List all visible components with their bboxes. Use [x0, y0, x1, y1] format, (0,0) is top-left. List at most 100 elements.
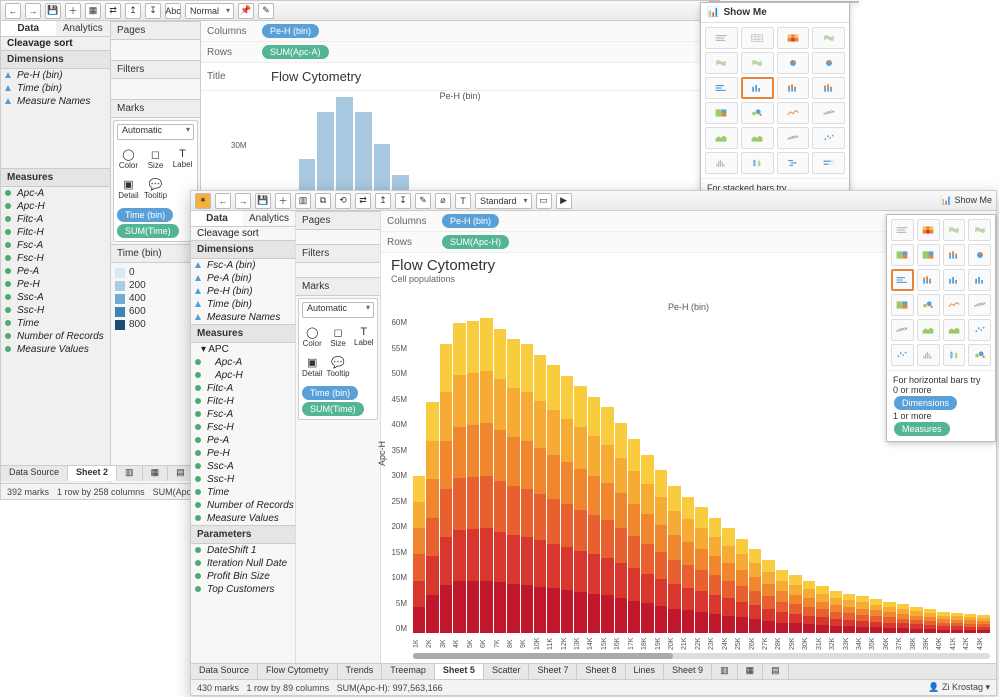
field-ssc-a[interactable]: Ssc-A	[191, 460, 295, 473]
mark-detail[interactable]: ▣Detail	[301, 353, 323, 381]
showme-map-3[interactable]	[968, 219, 991, 241]
field-time[interactable]: Time	[191, 486, 295, 499]
nav-fwd-icon[interactable]: →	[25, 3, 41, 19]
measure-folder-apc[interactable]: ▾ APC	[191, 343, 295, 356]
field-pe-h[interactable]: Pe-H	[1, 278, 110, 291]
new-dashboard-icon[interactable]: ▦	[143, 466, 169, 481]
showme-map-5[interactable]	[741, 52, 774, 74]
showme-mline-15[interactable]	[812, 102, 845, 124]
new-dashboard-icon[interactable]: ▦	[738, 664, 764, 679]
field-pe-a[interactable]: Pe-A	[1, 265, 110, 278]
showme-box-21[interactable]	[741, 152, 774, 174]
field-fsc-a[interactable]: Fsc-A	[191, 408, 295, 421]
mark-size[interactable]: ◻Size	[325, 323, 350, 351]
field-apc-a[interactable]: Apc-A	[1, 187, 110, 200]
mark-pill-sumtime[interactable]: SUM(Time)	[117, 224, 179, 238]
field-measure-names[interactable]: Measure Names	[191, 311, 295, 324]
showme-area-17[interactable]	[741, 127, 774, 149]
save-icon[interactable]: 💾	[255, 193, 271, 209]
field-ssc-h[interactable]: Ssc-H	[191, 473, 295, 486]
showme-mline-15[interactable]	[968, 294, 991, 316]
showme-vbar-10[interactable]	[943, 269, 966, 291]
field-fitc-a[interactable]: Fitc-A	[1, 213, 110, 226]
showme-area-17[interactable]	[917, 319, 940, 341]
showme-circ-13[interactable]	[741, 102, 774, 124]
field-pe-h-bin-[interactable]: Pe-H (bin)	[191, 285, 295, 298]
field-time[interactable]: Time	[1, 317, 110, 330]
showme-hbar-8[interactable]	[705, 77, 738, 99]
showme-vbar-11[interactable]	[968, 269, 991, 291]
showme-sbar-11[interactable]	[812, 77, 845, 99]
highlight-icon[interactable]: ✎	[415, 193, 431, 209]
showme-gantt-22[interactable]	[777, 152, 810, 174]
nav-back-icon[interactable]: ←	[215, 193, 231, 209]
sort-asc-icon[interactable]: ↥	[125, 3, 141, 19]
h-scrollbar[interactable]	[413, 653, 990, 659]
datasource-name[interactable]: Cleavage sort	[1, 37, 110, 50]
label-icon[interactable]: T	[455, 193, 471, 209]
save-icon[interactable]: 💾	[45, 3, 61, 19]
pages-shelf[interactable]: Pages	[296, 211, 380, 230]
tab-data-source[interactable]: Data Source	[191, 664, 258, 679]
field-profit-bin-size[interactable]: Profit Bin Size	[191, 570, 295, 583]
legend-item-400[interactable]: 400	[115, 292, 196, 305]
tab-scatter[interactable]: Scatter	[484, 664, 530, 679]
mark-label[interactable]: TLabel	[170, 145, 195, 173]
field-fsc-a[interactable]: Fsc-A	[1, 239, 110, 252]
tab-sheet-9[interactable]: Sheet 9	[664, 664, 712, 679]
highlight-icon[interactable]: ✎	[258, 3, 274, 19]
showme-heat-1[interactable]	[917, 219, 940, 241]
new-sheet-icon[interactable]: ▥	[712, 664, 738, 679]
mark-size[interactable]: ◻Size	[143, 145, 168, 173]
field-pe-h-bin-[interactable]: Pe-H (bin)	[1, 69, 110, 82]
showme-map-3[interactable]	[812, 27, 845, 49]
pages-shelf[interactable]: Pages	[111, 21, 200, 40]
fix-axes-icon[interactable]: ▭	[536, 193, 552, 209]
presentation-icon[interactable]: ▶	[556, 193, 572, 209]
duplicate-icon[interactable]: ⧉	[315, 193, 331, 209]
sort-desc-icon[interactable]: ↧	[145, 3, 161, 19]
field-measure-values[interactable]: Measure Values	[191, 512, 295, 525]
logo-icon[interactable]: ✶	[195, 193, 211, 209]
tab-treemap[interactable]: Treemap	[382, 664, 435, 679]
new-data-icon[interactable]: ＋	[65, 3, 81, 19]
tab-data[interactable]: Data	[1, 21, 56, 36]
showme-tree-12[interactable]	[705, 102, 738, 124]
field-fitc-h[interactable]: Fitc-H	[1, 226, 110, 239]
nav-fwd-icon[interactable]: →	[235, 193, 251, 209]
showme-pie-6[interactable]	[777, 52, 810, 74]
field-pe-h[interactable]: Pe-H	[191, 447, 295, 460]
clear-icon[interactable]: ⟲	[335, 193, 351, 209]
rows-pill[interactable]: SUM(Apc-A)	[262, 45, 329, 59]
showme-bullet-23[interactable]	[812, 152, 845, 174]
showme-vbar-9[interactable]	[741, 77, 774, 99]
field-measure-values[interactable]: Measure Values	[1, 343, 110, 356]
showme-hist-20[interactable]	[705, 152, 738, 174]
field-apc-h[interactable]: Apc-H	[1, 200, 110, 213]
tab-analytics[interactable]: Analytics	[243, 211, 295, 226]
field-time-bin-[interactable]: Time (bin)	[191, 298, 295, 311]
columns-pill[interactable]: Pe-H (bin)	[262, 24, 319, 38]
mark-tooltip[interactable]: 💬Tooltip	[143, 175, 168, 203]
showme-scatter-19[interactable]	[812, 127, 845, 149]
mark-pill-time[interactable]: Time (bin)	[117, 208, 173, 222]
showme-map-4[interactable]	[705, 52, 738, 74]
mark-color[interactable]: ◯Color	[301, 323, 323, 351]
legend-item-0[interactable]: 0	[115, 266, 196, 279]
showme-area-16[interactable]	[705, 127, 738, 149]
tab-data[interactable]: Data	[191, 211, 243, 226]
field-apc-h[interactable]: Apc-H	[191, 369, 295, 382]
new-sheet-icon[interactable]: ▥	[295, 193, 311, 209]
showme-pie-7[interactable]	[812, 52, 845, 74]
filters-shelf[interactable]: Filters	[296, 244, 380, 263]
tab-flow-cytometry[interactable]: Flow Cytometry	[258, 664, 338, 679]
marks-type-select[interactable]: Automatic	[117, 124, 194, 140]
status-user[interactable]: 👤 Zi Krostag ▾	[928, 682, 990, 693]
showme-circ-13[interactable]	[917, 294, 940, 316]
mark-pill-time[interactable]: Time (bin)	[302, 386, 358, 400]
showme-table-1[interactable]	[741, 27, 774, 49]
field-measure-names[interactable]: Measure Names	[1, 95, 110, 108]
marks-type-select[interactable]: Automatic	[302, 302, 374, 318]
tab-trends[interactable]: Trends	[338, 664, 383, 679]
mark-label[interactable]: TLabel	[353, 323, 375, 351]
